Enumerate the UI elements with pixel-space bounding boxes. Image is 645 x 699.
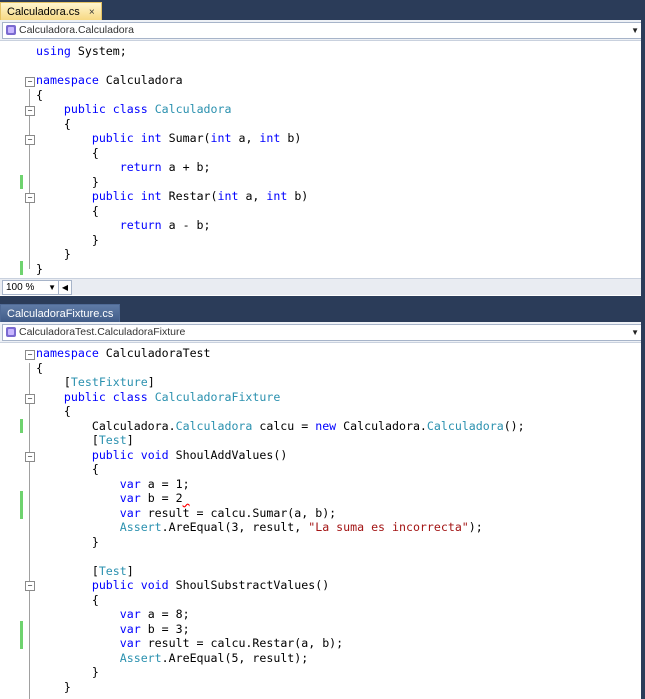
horizontal-scrollbar[interactable]: 100 % ▼ ◀ (0, 278, 645, 295)
code-text: using System; namespace Calculadora { pu… (36, 44, 309, 276)
change-marker (20, 261, 23, 275)
tab-strip: CalculadoraFixture.cs (0, 302, 645, 323)
code-editor[interactable]: − − − − using System; namespace Calculad… (0, 41, 645, 278)
tab-strip: Calculadora.cs × (0, 0, 645, 21)
collapse-sumar-icon[interactable]: − (25, 135, 35, 145)
window-border (641, 0, 645, 699)
tab-label: Calculadora.cs (7, 6, 80, 18)
navigation-bar: CalculadoraTest.CalculadoraFixture ▼ (0, 322, 645, 343)
tab-label: CalculadoraFixture.cs (7, 308, 114, 320)
chevron-down-icon[interactable]: ▼ (631, 23, 639, 38)
collapse-restar-icon[interactable]: − (25, 193, 35, 203)
tab-calculadora-cs[interactable]: Calculadora.cs × (0, 2, 102, 21)
editor-pane-calculadora: Calculadora.cs × Calculadora.Calculadora… (0, 0, 645, 296)
navigation-bar: Calculadora.Calculadora ▼ (0, 20, 645, 41)
outline-guide (29, 89, 30, 269)
class-icon (6, 25, 16, 35)
tab-calculadorafixture-cs[interactable]: CalculadoraFixture.cs (0, 304, 121, 323)
collapse-namespace-icon[interactable]: − (25, 77, 35, 87)
collapse-class-icon[interactable]: − (25, 394, 35, 404)
outline-guide (29, 363, 30, 699)
change-marker (20, 175, 23, 189)
change-marker (20, 419, 23, 433)
chevron-down-icon[interactable]: ▼ (631, 325, 639, 340)
type-dropdown[interactable]: CalculadoraTest.CalculadoraFixture ▼ (2, 324, 643, 341)
collapse-namespace-icon[interactable]: − (25, 350, 35, 360)
collapse-shouladdvalues-icon[interactable]: − (25, 452, 35, 462)
scroll-left-icon[interactable]: ◀ (58, 280, 72, 295)
change-marker (20, 491, 23, 519)
type-dropdown-value: Calculadora.Calculadora (19, 24, 134, 36)
type-dropdown-value: CalculadoraTest.CalculadoraFixture (19, 326, 186, 338)
type-dropdown[interactable]: Calculadora.Calculadora ▼ (2, 22, 643, 39)
chevron-down-icon[interactable]: ▼ (48, 281, 56, 294)
collapse-shoulsubstractvalues-icon[interactable]: − (25, 581, 35, 591)
code-editor[interactable]: − − − − namespace CalculadoraTest { [Tes… (0, 343, 645, 699)
editor-pane-calculadorafixture: CalculadoraFixture.cs CalculadoraTest.Ca… (0, 302, 645, 699)
zoom-value: 100 % (6, 282, 35, 293)
code-text: namespace CalculadoraTest { [TestFixture… (36, 346, 525, 694)
change-marker (20, 621, 23, 649)
collapse-class-icon[interactable]: − (25, 106, 35, 116)
zoom-dropdown[interactable]: 100 % ▼ (2, 280, 59, 295)
class-icon (6, 327, 16, 337)
